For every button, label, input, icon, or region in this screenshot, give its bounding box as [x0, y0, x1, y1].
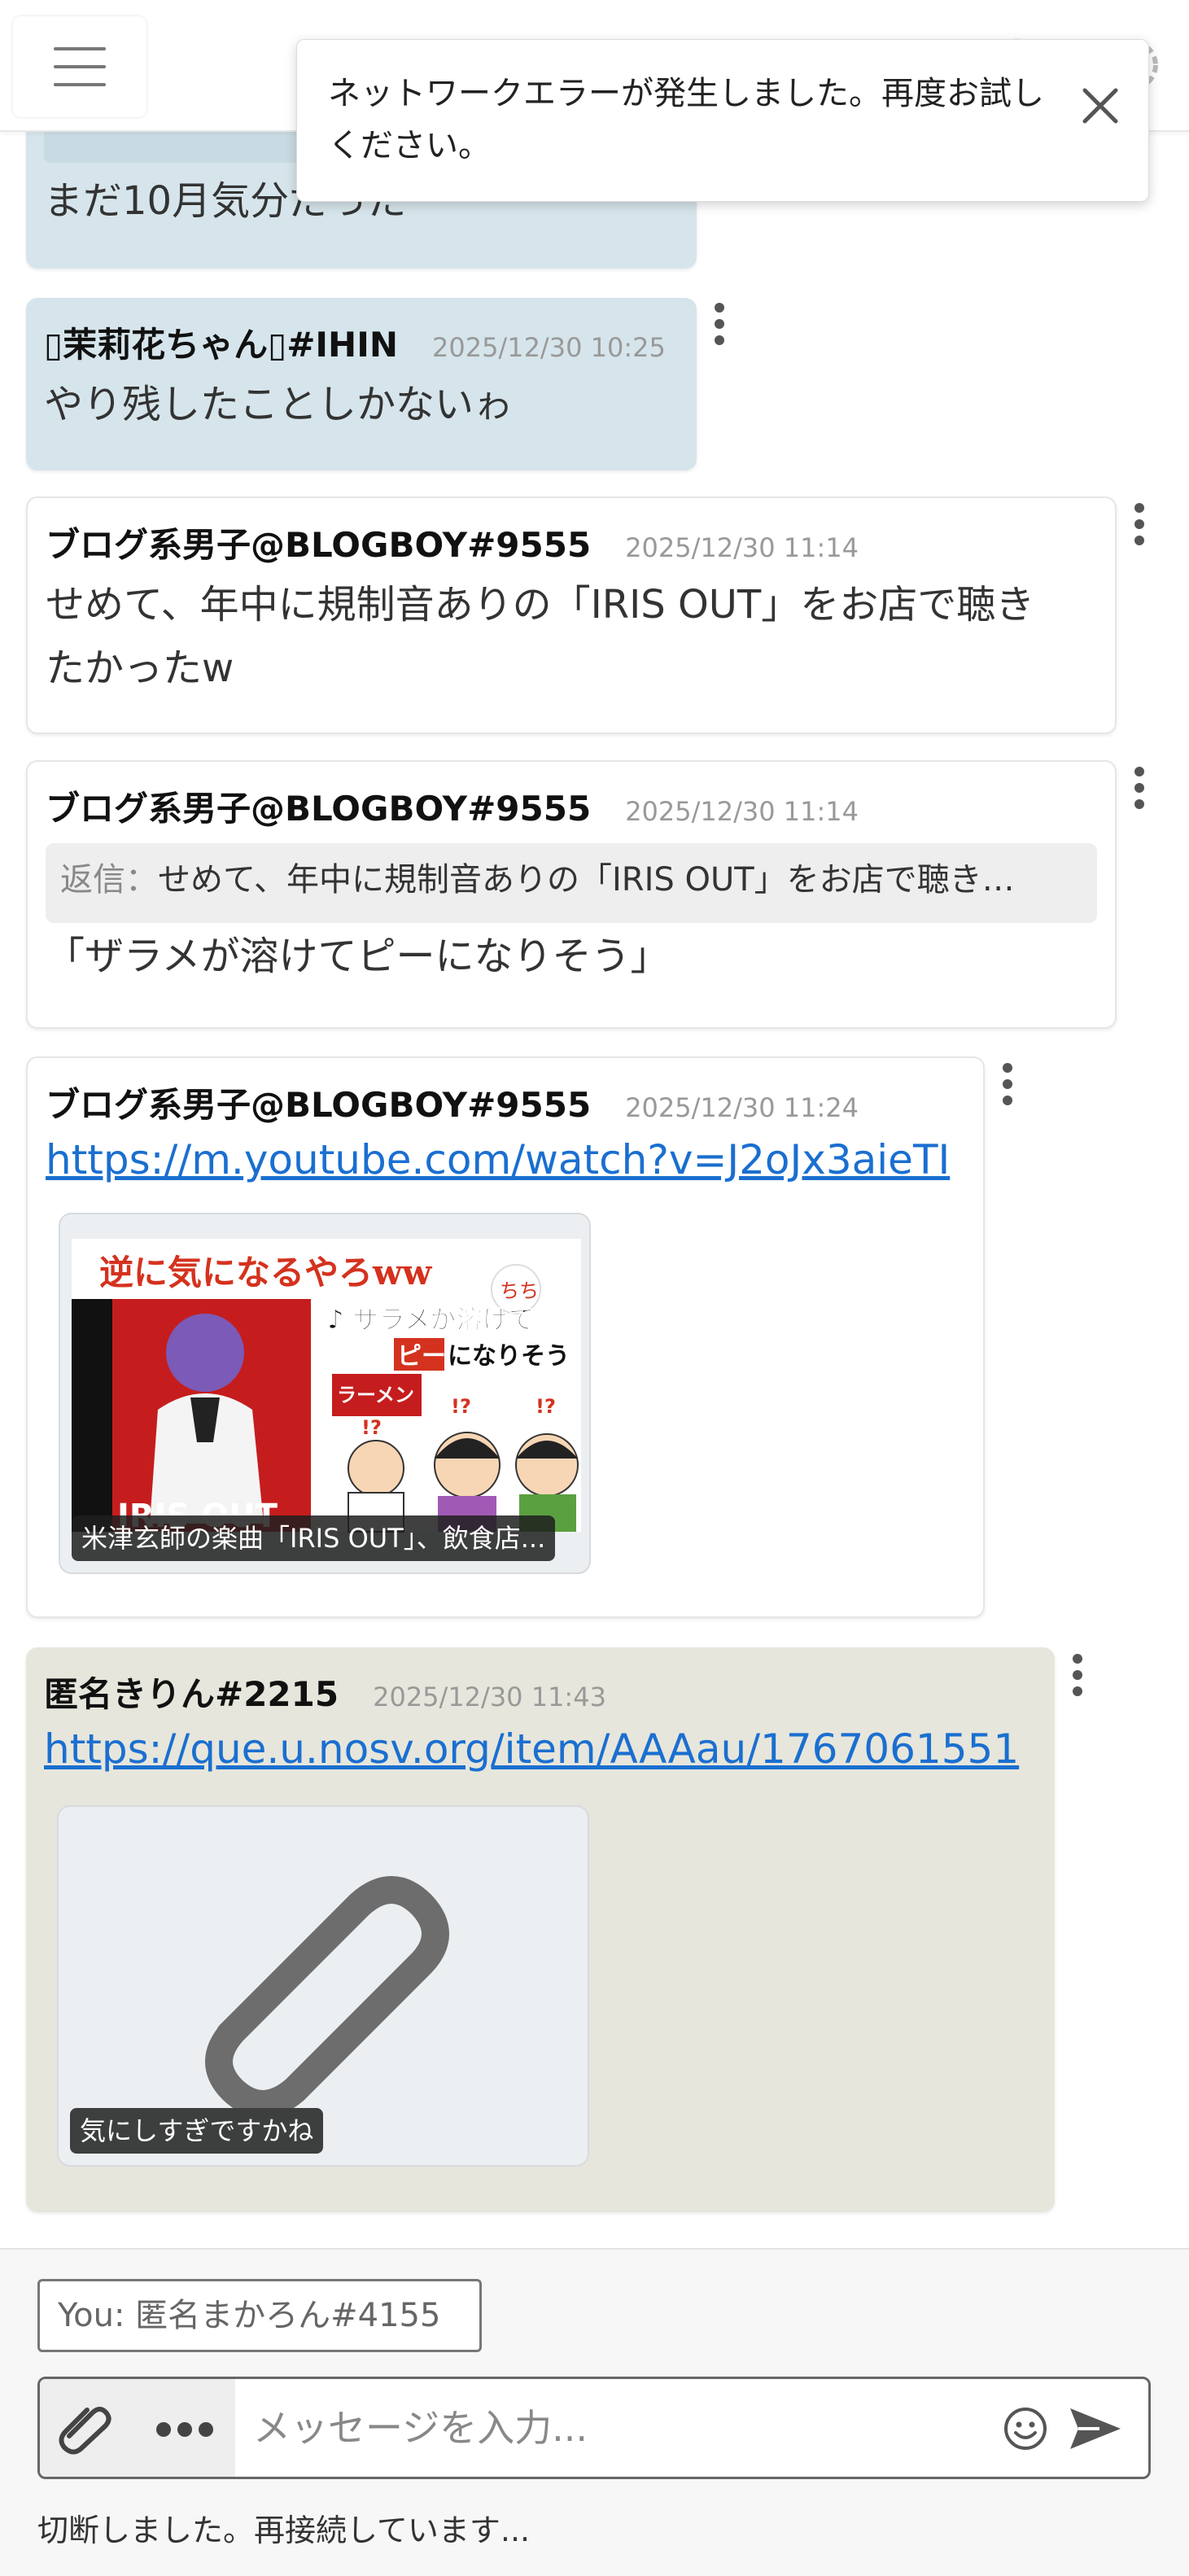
message-bubble: ブログ系男子@BLOGBOY#9555 2025/12/30 11:24 http… [26, 1056, 985, 1618]
message-bubble: ▯茉莉花ちゃん▯#IHIN 2025/12/30 10:25 やり残したことしかな… [26, 298, 697, 470]
timestamp: 2025/12/30 11:43 [373, 1682, 606, 1712]
more-options-icon[interactable] [1130, 503, 1149, 552]
timestamp: 2025/12/30 11:14 [625, 796, 859, 827]
message-text-line2: たかったw [46, 645, 234, 691]
thumbnail-subtitle-1: ♪ ザラメが溶けて [327, 1304, 535, 1335]
more-options-icon[interactable] [1068, 1654, 1087, 1703]
more-options-icon[interactable] [710, 303, 729, 352]
send-icon[interactable] [1067, 2403, 1124, 2454]
message-bubble: ブログ系男子@BLOGBOY#9555 2025/12/30 11:14 返信：せ… [26, 760, 1117, 1029]
toast-message: ネットワークエラーが発生しました。再度お試しください。 [328, 75, 1044, 164]
thumbnail-subtitle-2a: ピー [397, 1342, 446, 1371]
message-text: せめて、年中に規制音ありの「IRIS OUT」をお店で聴き [46, 582, 1035, 628]
timestamp: 2025/12/30 11:24 [625, 1092, 859, 1123]
author-name[interactable]: 匿名きりん#2215 [44, 1674, 339, 1714]
thumbnail-mark-2: !? [535, 1395, 556, 1418]
menu-icon-line [54, 65, 106, 68]
message-text: 「ザラメが溶けてピーになりそう」 [46, 934, 670, 979]
link-preview-caption: 米津玄師の楽曲「IRIS OUT」、飲食店... [72, 1515, 556, 1561]
thumbnail-ramen-mark: !? [361, 1416, 382, 1439]
timestamp: 2025/12/30 11:14 [625, 532, 859, 563]
message-input[interactable] [253, 2397, 986, 2459]
more-options-icon[interactable] [1130, 767, 1149, 816]
connection-status: 切断しました。再接続しています... [37, 2513, 531, 2548]
author-name[interactable]: ▯茉莉花ちゃん▯#IHIN [44, 325, 398, 365]
message-header: ブログ系男子@BLOGBOY#9555 2025/12/30 11:14 [46, 518, 859, 567]
author-name[interactable]: ブログ系男子@BLOGBOY#9555 [46, 1085, 591, 1125]
current-user-badge: You: 匿名まかろん#4155 [37, 2279, 482, 2352]
message-bubble: 匿名きりん#2215 2025/12/30 11:43 https://que.u… [26, 1647, 1055, 2212]
menu-icon-line [54, 47, 106, 50]
message-text: やり残したことしかないゎ [44, 382, 514, 427]
message-link[interactable]: https://m.youtube.com/watch?v=J2oJx3aieT… [46, 1136, 950, 1183]
link-preview-caption: 気にしすぎですかね [70, 2108, 324, 2154]
reply-text: せめて、年中に規制音ありの「IRIS OUT」をお店で聴き… [158, 861, 1015, 899]
more-actions-icon[interactable] [154, 2418, 219, 2441]
message-bubble: ブログ系男子@BLOGBOY#9555 2025/12/30 11:14 せめて、… [26, 496, 1117, 734]
close-icon[interactable] [1072, 77, 1129, 134]
message-header: ブログ系男子@BLOGBOY#9555 2025/12/30 11:24 [46, 1078, 859, 1127]
more-options-icon[interactable] [998, 1063, 1017, 1112]
thumbnail-subtitle-2b: になりそう [448, 1342, 570, 1371]
timestamp: 2025/12/30 10:25 [431, 332, 666, 363]
message-header: 匿名きりん#2215 2025/12/30 11:43 [44, 1667, 606, 1717]
paperclip-icon [205, 1876, 449, 2108]
link-preview-card[interactable]: 気にしすぎですかね [57, 1805, 589, 2167]
thumbnail-ramen-sign: ラーメン [337, 1384, 414, 1406]
reply-quote[interactable]: 返信：せめて、年中に規制音ありの「IRIS OUT」をお店で聴き… [46, 843, 1097, 923]
author-name[interactable]: ブログ系男子@BLOGBOY#9555 [46, 525, 591, 565]
message-header: ブログ系男子@BLOGBOY#9555 2025/12/30 11:14 [46, 781, 859, 831]
message-header: ▯茉莉花ちゃん▯#IHIN 2025/12/30 10:25 [44, 317, 666, 367]
thumbnail-badge: ちち [500, 1279, 539, 1302]
message-link[interactable]: https://que.u.nosv.org/item/AAAau/176706… [44, 1725, 1019, 1773]
attach-icon[interactable] [58, 2402, 115, 2459]
menu-button[interactable] [13, 16, 146, 117]
link-preview-card[interactable]: 逆に気になるやろww ちち IRIS OUT ♪ ザラメが溶けて ピー になりそ… [59, 1213, 591, 1574]
message-composer [37, 2377, 1151, 2479]
thumbnail-mark-1: !? [451, 1395, 471, 1418]
composer-actions [40, 2379, 235, 2477]
thumbnail-headline: 逆に気になるやろww [99, 1253, 432, 1292]
author-name[interactable]: ブログ系男子@BLOGBOY#9555 [46, 789, 591, 829]
emoji-icon[interactable] [1000, 2403, 1051, 2454]
reply-label: 返信： [60, 861, 158, 899]
error-toast: ネットワークエラーが発生しました。再度お試しください。 [296, 39, 1149, 202]
menu-icon-line [54, 83, 106, 86]
